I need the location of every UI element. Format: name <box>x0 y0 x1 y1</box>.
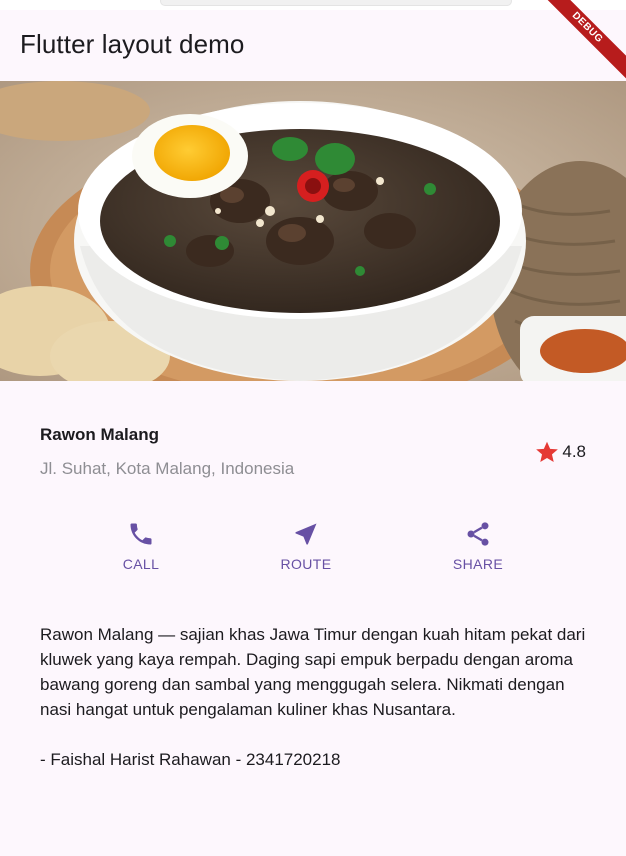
rating-value: 4.8 <box>562 442 586 461</box>
description-text: Rawon Malang — sajian khas Jawa Timur de… <box>40 625 586 719</box>
star-icon <box>536 441 559 462</box>
description-section: Rawon Malang — sajian khas Jawa Timur de… <box>40 622 586 772</box>
share-label: SHARE <box>452 556 504 572</box>
action-buttons: CALL ROUTE SHARE <box>0 520 626 590</box>
title-section: Rawon Malang Jl. Suhat, Kota Malang, Ind… <box>40 420 586 490</box>
phone-icon <box>130 523 152 545</box>
app-bar: Flutter layout demo <box>0 10 626 81</box>
call-label: CALL <box>122 556 160 572</box>
rating: 4.8 <box>534 439 586 465</box>
address-bar <box>160 0 512 6</box>
dish-image <box>0 81 626 381</box>
dish-location: Jl. Suhat, Kota Malang, Indonesia <box>40 459 295 478</box>
author-credit: - Faishal Harist Rahawan - 2341720218 <box>40 750 341 769</box>
call-button[interactable]: CALL <box>96 520 186 586</box>
share-icon <box>467 522 489 546</box>
navigation-icon <box>295 523 317 545</box>
page-title: Flutter layout demo <box>20 29 245 59</box>
route-button[interactable]: ROUTE <box>261 520 351 586</box>
route-label: ROUTE <box>280 556 332 572</box>
share-button[interactable]: SHARE <box>433 520 523 586</box>
dish-name: Rawon Malang <box>40 425 160 444</box>
